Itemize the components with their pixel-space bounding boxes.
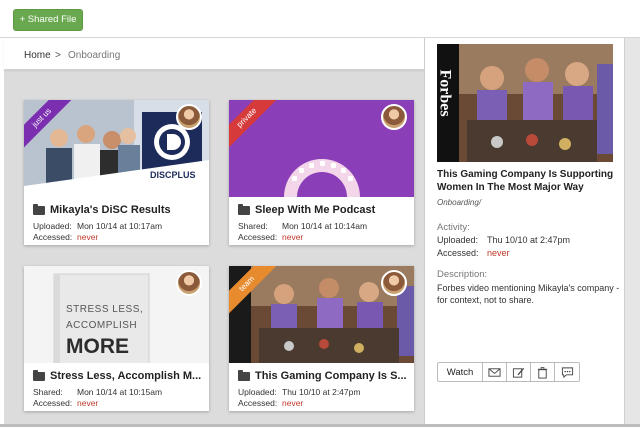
edit-icon <box>512 367 525 378</box>
file-card[interactable]: team This Gaming Company Is S... Uploade… <box>229 266 414 411</box>
comment-icon <box>561 366 573 378</box>
envelope-icon <box>488 367 501 377</box>
avatar <box>381 270 407 296</box>
discplus-wordmark: DISCPLUS <box>150 170 196 180</box>
meta-value: never <box>77 398 99 408</box>
card-meta-row: Uploaded: Thu 10/10 at 2:47pm <box>238 387 360 397</box>
watch-button[interactable]: Watch <box>438 363 483 381</box>
file-card[interactable]: private Sleep With Me Podcast Shared: Mon… <box>229 100 414 245</box>
breadcrumb: Home > Onboarding <box>4 38 424 70</box>
card-title-text: Stress Less, Accomplish M... <box>50 370 202 382</box>
card-meta-row: Accessed: never <box>33 232 98 242</box>
meta-value: Mon 10/14 at 10:17am <box>77 221 163 231</box>
meta-value: Mon 10/14 at 10:15am <box>77 387 163 397</box>
card-title-text: This Gaming Company Is S... <box>255 370 407 382</box>
card-meta-row: Shared: Mon 10/14 at 10:15am <box>33 387 162 397</box>
folder-icon <box>238 203 250 215</box>
card-title-text: Mikayla's DiSC Results <box>50 204 171 216</box>
breadcrumb-current: Onboarding <box>68 50 121 61</box>
file-grid-area: Home > Onboarding DISCPLUS just us Mikay… <box>4 38 424 424</box>
meta-label: Accessed: <box>33 232 73 242</box>
card-thumbnail: DISCPLUS just us <box>24 100 209 197</box>
edit-button[interactable] <box>507 363 531 381</box>
card-thumbnail: private <box>229 100 414 197</box>
folder-icon <box>238 369 250 381</box>
meta-label: Accessed: <box>238 232 278 242</box>
meta-value: Thu 10/10 at 2:47pm <box>282 387 361 397</box>
card-thumbnail: team <box>229 266 414 363</box>
forbes-wordmark: Forbes <box>437 69 454 117</box>
activity-label: Activity: <box>437 222 470 233</box>
scrollbar[interactable] <box>624 38 640 424</box>
card-meta-row: Shared: Mon 10/14 at 10:14am <box>238 221 367 231</box>
add-shared-file-button[interactable]: + Shared File <box>13 9 83 31</box>
card-meta-row: Uploaded: Mon 10/14 at 10:17am <box>33 221 162 231</box>
card-meta-row: Accessed: never <box>238 398 303 408</box>
avatar <box>381 104 407 130</box>
meta-value: never <box>77 232 99 242</box>
description-text: Forbes video mentioning Mikayla's compan… <box>437 283 620 305</box>
meta-value: Mon 10/14 at 10:14am <box>282 221 368 231</box>
file-card[interactable]: STRESS LESS, ACCOMPLISH MORE Stress Less… <box>24 266 209 411</box>
comment-button[interactable] <box>555 363 579 381</box>
card-thumbnail: STRESS LESS, ACCOMPLISH MORE <box>24 266 209 363</box>
uploaded-label: Uploaded: <box>437 235 479 245</box>
uploaded-row: Uploaded: Thu 10/10 at 2:47pm <box>437 235 570 245</box>
meta-label: Uploaded: <box>33 221 72 231</box>
card-title[interactable]: Mikayla's DiSC Results <box>33 203 171 216</box>
email-button[interactable] <box>483 363 507 381</box>
avatar <box>176 270 202 296</box>
breadcrumb-separator: > <box>55 50 61 61</box>
avatar <box>176 104 202 130</box>
card-title[interactable]: This Gaming Company Is S... <box>238 369 407 382</box>
meta-label: Accessed: <box>33 398 73 408</box>
book-title-line: MORE <box>66 335 129 358</box>
breadcrumb-home[interactable]: Home <box>24 50 51 61</box>
book-title-line: STRESS LESS, <box>66 304 144 315</box>
detail-preview-image: Forbes <box>437 44 613 162</box>
meta-label: Accessed: <box>238 398 278 408</box>
description-label: Description: <box>437 269 488 280</box>
folder-icon <box>33 369 45 381</box>
uploaded-value: Thu 10/10 at 2:47pm <box>487 235 571 245</box>
trash-icon <box>537 366 548 379</box>
meta-label: Shared: <box>33 387 63 397</box>
file-card[interactable]: DISCPLUS just us Mikayla's DiSC Results … <box>24 100 209 245</box>
card-title[interactable]: Stress Less, Accomplish M... <box>33 369 202 382</box>
meta-value: never <box>282 398 304 408</box>
delete-button[interactable] <box>531 363 555 381</box>
gaming-photo-large <box>437 44 613 162</box>
card-meta-row: Accessed: never <box>238 232 303 242</box>
meta-label: Uploaded: <box>238 387 277 397</box>
card-meta-row: Accessed: never <box>33 398 98 408</box>
card-title-text: Sleep With Me Podcast <box>255 204 376 216</box>
accessed-label: Accessed: <box>437 248 479 258</box>
folder-icon <box>33 203 45 215</box>
accessed-row: Accessed: never <box>437 248 510 258</box>
detail-folder-path[interactable]: Onboarding/ <box>437 198 481 207</box>
book-title-line: ACCOMPLISH <box>66 320 138 331</box>
top-toolbar: + Shared File <box>0 0 640 38</box>
detail-title: This Gaming Company Is Supporting Women … <box>437 169 614 193</box>
meta-value: never <box>282 232 304 242</box>
meta-label: Shared: <box>238 221 268 231</box>
accessed-value: never <box>487 248 510 258</box>
file-detail-panel: Forbes This Gaming Company Is Supporting… <box>424 38 624 424</box>
detail-action-bar: Watch <box>437 362 580 382</box>
card-title[interactable]: Sleep With Me Podcast <box>238 203 376 216</box>
